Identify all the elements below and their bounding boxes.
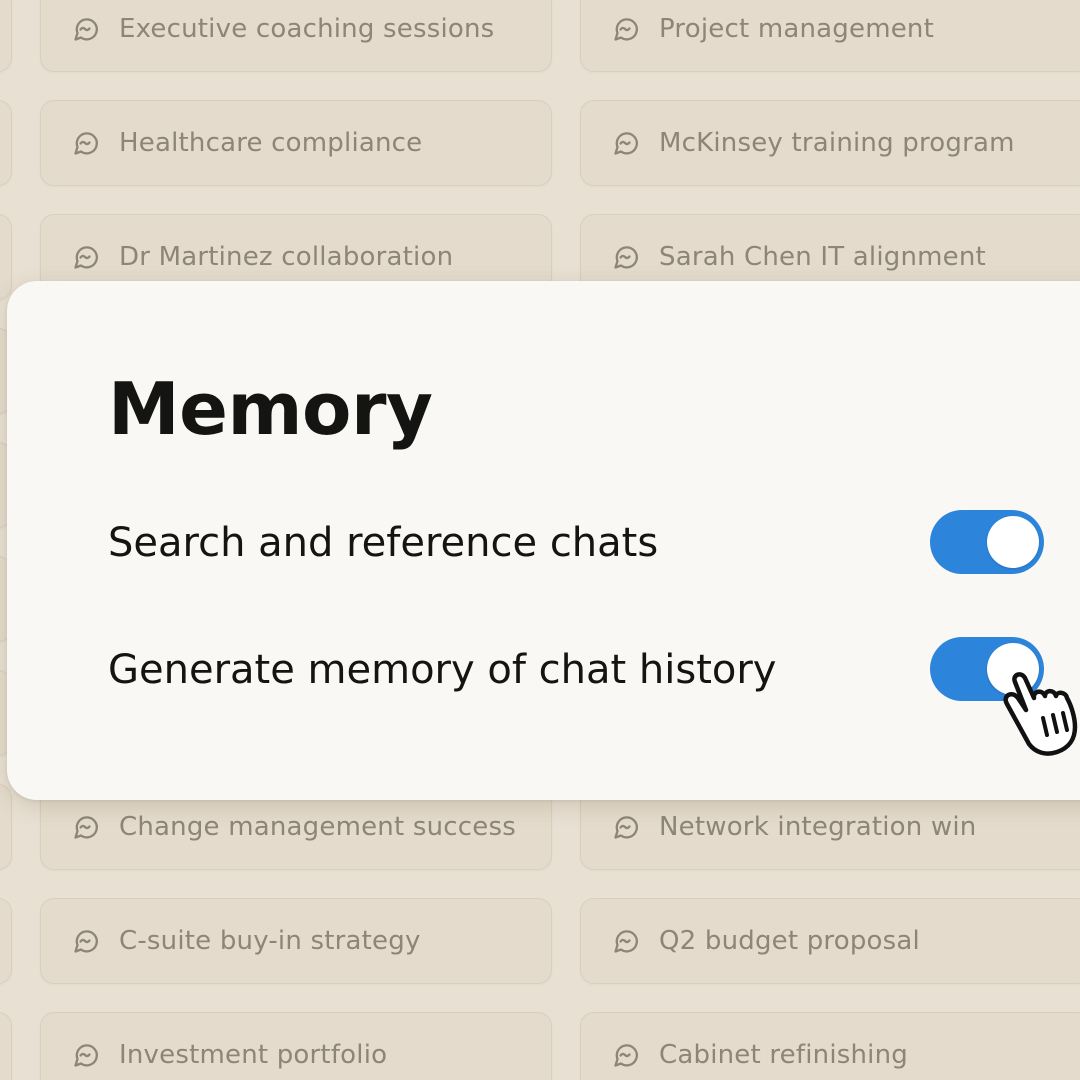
chat-title: Change management success <box>119 812 516 842</box>
memory-settings-panel: Memory Search and reference chats Genera… <box>7 281 1080 800</box>
chat-card[interactable] <box>0 898 12 984</box>
chat-bubble-icon <box>71 128 101 158</box>
panel-title: Memory <box>108 367 433 451</box>
chat-title: Project management <box>659 14 934 44</box>
chat-title: Healthcare compliance <box>119 128 423 158</box>
chat-card[interactable] <box>0 100 12 186</box>
chat-title: Executive coaching sessions <box>119 14 495 44</box>
setting-label: Search and reference chats <box>108 520 659 566</box>
chat-bubble-icon <box>611 812 641 842</box>
chat-card[interactable]: McKinsey training program <box>580 100 1080 186</box>
chat-card[interactable]: Executive coaching sessions <box>40 0 552 72</box>
chat-title: Network integration win <box>659 812 977 842</box>
chat-card[interactable] <box>0 1012 12 1080</box>
setting-search-reference-chats: Search and reference chats <box>108 510 1053 574</box>
hand-pointer-cursor-icon <box>993 660 1080 770</box>
chat-bubble-icon <box>71 1040 101 1070</box>
chat-bubble-icon <box>611 1040 641 1070</box>
chat-card[interactable]: C-suite buy-in strategy <box>40 898 552 984</box>
chat-card[interactable]: Cabinet refinishing <box>580 1012 1080 1080</box>
chat-card[interactable] <box>0 0 12 72</box>
chat-bubble-icon <box>71 242 101 272</box>
chat-bubble-icon <box>611 128 641 158</box>
chat-bubble-icon <box>611 14 641 44</box>
chat-bubble-icon <box>611 242 641 272</box>
chat-title: Q2 budget proposal <box>659 926 920 956</box>
chat-card[interactable]: Healthcare compliance <box>40 100 552 186</box>
screen: Executive coaching sessions Project manag… <box>0 0 1080 1080</box>
chat-bubble-icon <box>71 14 101 44</box>
chat-bubble-icon <box>71 812 101 842</box>
setting-generate-memory: Generate memory of chat history <box>108 637 1053 701</box>
search-reference-chats-toggle[interactable] <box>930 510 1044 574</box>
chat-card[interactable]: Investment portfolio <box>40 1012 552 1080</box>
toggle-knob <box>987 516 1039 568</box>
chat-card[interactable]: Q2 budget proposal <box>580 898 1080 984</box>
chat-card[interactable] <box>0 214 12 300</box>
chat-title: Investment portfolio <box>119 1040 388 1070</box>
chat-card[interactable] <box>0 784 12 870</box>
chat-title: Cabinet refinishing <box>659 1040 908 1070</box>
chat-bubble-icon <box>611 926 641 956</box>
chat-title: McKinsey training program <box>659 128 1015 158</box>
chat-title: Dr Martinez collaboration <box>119 242 454 272</box>
chat-title: Sarah Chen IT alignment <box>659 242 986 272</box>
chat-title: C-suite buy-in strategy <box>119 926 421 956</box>
chat-bubble-icon <box>71 926 101 956</box>
setting-label: Generate memory of chat history <box>108 647 777 693</box>
chat-card[interactable]: Project management <box>580 0 1080 72</box>
